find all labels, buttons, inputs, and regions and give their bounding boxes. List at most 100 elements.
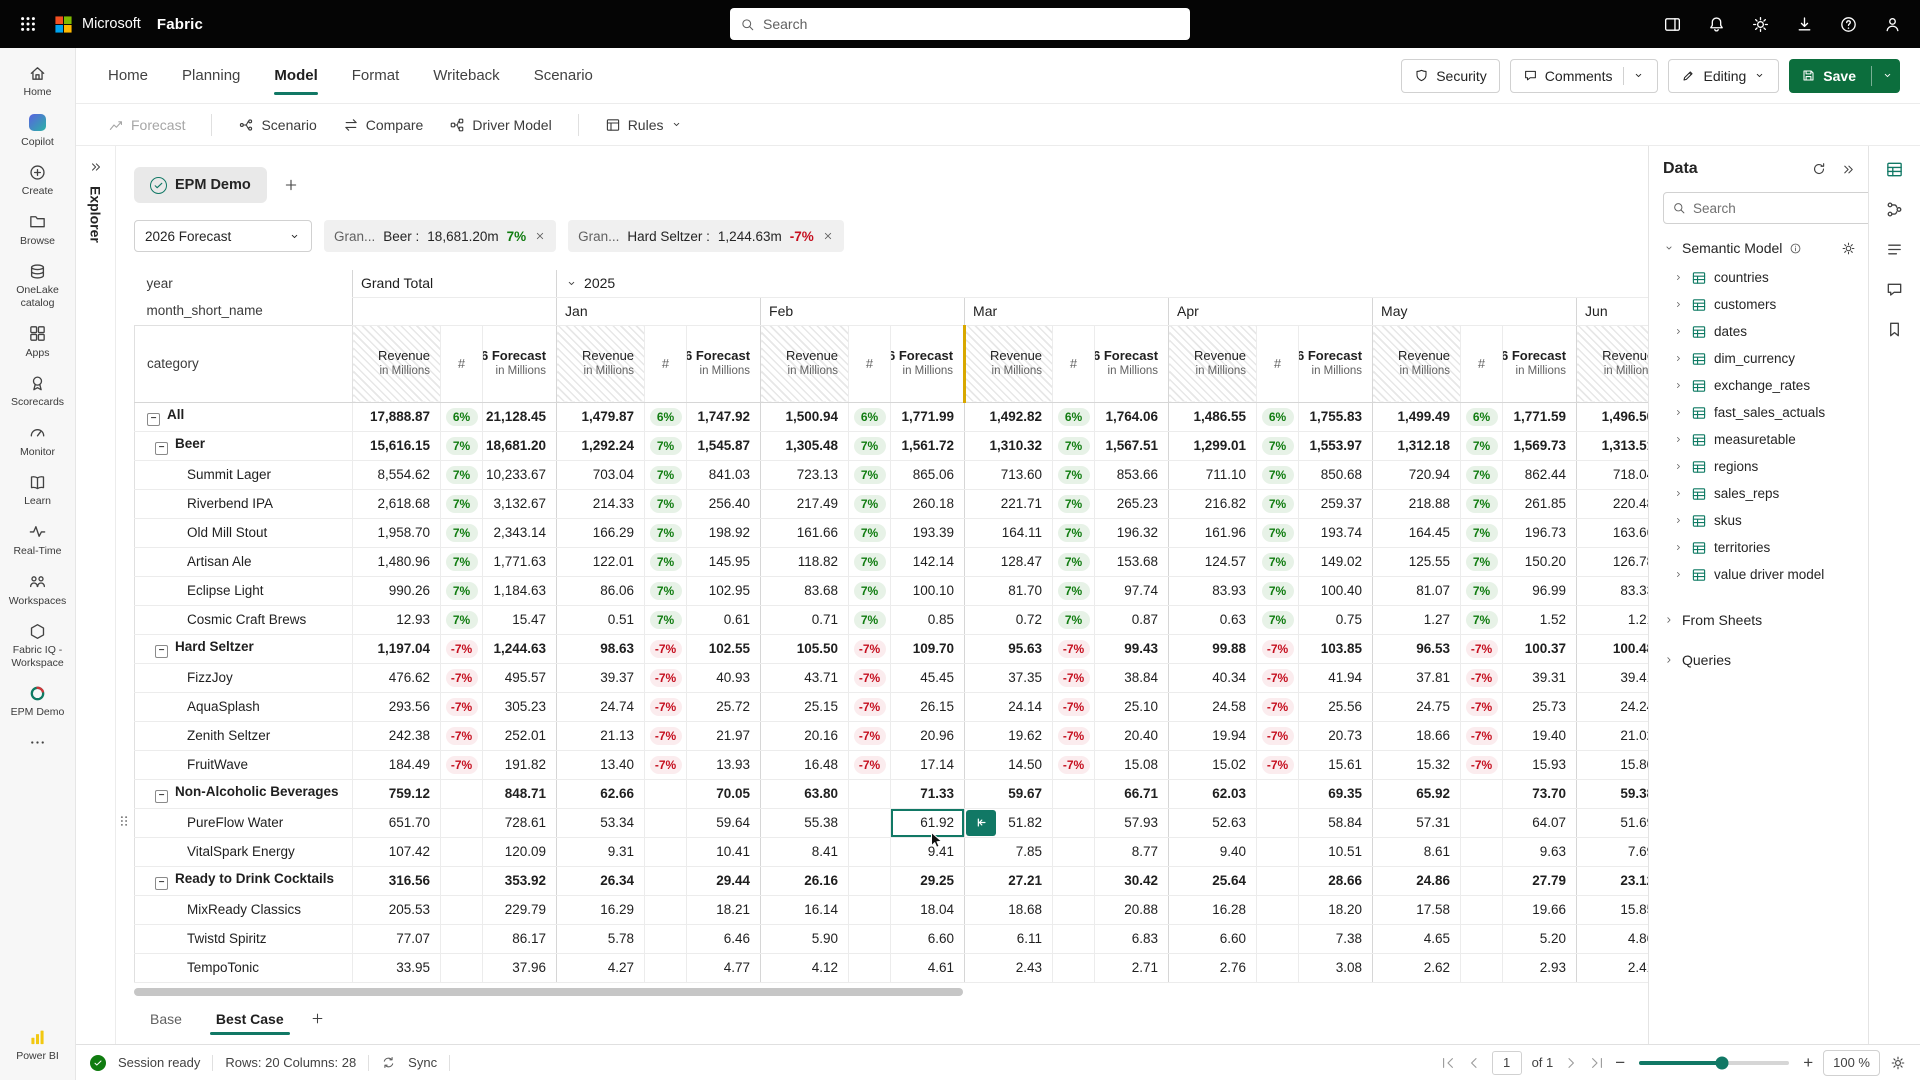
collapse-group-icon[interactable]: − [155,644,168,658]
grid-cell[interactable] [848,924,892,954]
grid-cell[interactable]: -7% [644,663,688,693]
grid-cell[interactable]: 9.40 [1168,837,1258,867]
grid-cell[interactable]: 7% [848,518,892,548]
grid-cell[interactable]: 4.12 [760,953,850,983]
table-node-skus[interactable]: skus [1663,507,1856,534]
grid-cell[interactable]: 145.95 [686,547,762,577]
grid-cell[interactable]: 97.74 [1094,576,1170,606]
grid-cell[interactable]: -7% [1460,692,1504,722]
grid-cell[interactable]: 191.82 [482,750,558,780]
grid-cell[interactable]: 0.71 [760,605,850,635]
grid-cell[interactable]: 865.06 [890,460,966,490]
grid-cell[interactable]: 1,771.59 [1502,402,1578,432]
grid-cell[interactable]: 205.53 [352,895,441,925]
grid-cell[interactable]: 7.85 [964,837,1054,867]
nav-item-real-time[interactable]: Real-Time [1,515,75,565]
nav-item-browse[interactable]: Browse [1,205,75,255]
grid-cell[interactable]: 30.42 [1094,866,1170,896]
grid-cell[interactable]: 7% [644,547,688,577]
grid-cell[interactable]: 43.71 [760,663,850,693]
grid-cell[interactable] [644,837,688,867]
grid-cell[interactable]: 7% [1256,576,1300,606]
nav-item-more[interactable] [1,726,75,760]
account-button[interactable] [1883,15,1902,34]
grid-cell[interactable]: 217.49 [760,489,850,519]
download-button[interactable] [1795,15,1814,34]
global-search[interactable] [730,8,1190,40]
grid-cell[interactable]: 7% [644,489,688,519]
grid-cell[interactable]: 96.99 [1502,576,1578,606]
grid-cell[interactable]: -7% [1052,750,1096,780]
nav-item-monitor[interactable]: Monitor [1,416,75,466]
grid-cell[interactable]: 850.68 [1298,460,1374,490]
grid-cell[interactable]: 193.39 [890,518,966,548]
grid-cell[interactable]: 193.74 [1298,518,1374,548]
toolbar-rules-button[interactable]: Rules [605,117,684,133]
grid-cell[interactable]: 7% [440,547,483,577]
data-panel-search[interactable] [1663,192,1879,224]
table-node-dim-currency[interactable]: dim_currency [1663,345,1856,372]
grid-cell[interactable]: 990.26 [352,576,441,606]
notifications-button[interactable] [1707,15,1726,34]
grid-cell[interactable]: 1,496.50 [1576,402,1648,432]
grid-cell[interactable] [1460,866,1504,896]
grid-cell[interactable]: 7% [644,605,688,635]
add-sheet-icon[interactable] [310,1011,325,1026]
grid-cell[interactable]: -7% [1256,663,1300,693]
grid-cell[interactable]: 229.79 [482,895,558,925]
grid-cell[interactable]: 5.90 [760,924,850,954]
nav-item-fabric-iq-workspace[interactable]: Fabric IQ - Workspace [1,614,75,676]
grid-cell[interactable]: 166.29 [556,518,646,548]
chevron-right-icon[interactable] [1673,407,1684,418]
grid-cell[interactable]: -7% [440,663,483,693]
grid-cell[interactable]: -7% [1052,663,1096,693]
grid-cell[interactable] [1052,866,1096,896]
grid-cell[interactable]: 59.38 [1576,779,1648,809]
comments-button[interactable]: Comments [1509,58,1659,93]
nav-item-power-bi[interactable]: Power BI [1,1020,75,1070]
data-pane-rail-button[interactable] [1885,160,1904,179]
grid-cell[interactable]: 1,771.63 [482,547,558,577]
grid-cell[interactable]: 21,128.45 [482,402,558,432]
grid-cell[interactable]: 7% [1256,431,1300,461]
grid-cell[interactable]: 19.62 [964,721,1054,751]
row-header-artisan-ale[interactable]: Artisan Ale [134,547,353,577]
row-header-tempotonic[interactable]: TempoTonic [134,953,353,983]
grid-cell[interactable]: -7% [1460,721,1504,751]
grid-cell[interactable]: 59.67 [964,779,1054,809]
row-header-summit-lager[interactable]: Summit Lager [134,460,353,490]
grid-cell[interactable]: 100.40 [1298,576,1374,606]
grid-cell[interactable] [1256,953,1300,983]
grid-cell[interactable]: -7% [848,634,892,664]
grid-cell[interactable]: 1,561.72 [890,431,966,461]
outline-list-icon[interactable] [1885,240,1904,259]
app-launcher-button[interactable] [10,0,46,48]
grid-cell[interactable]: 16.14 [760,895,850,925]
grid-cell[interactable]: -7% [1460,663,1504,693]
grid-cell[interactable] [1256,779,1300,809]
grid-cell[interactable]: 6% [848,402,892,432]
grid-cell[interactable]: 7% [1256,518,1300,548]
grid-cell[interactable]: 25.72 [686,692,762,722]
sheet-tab-best-case[interactable]: Best Case [200,1001,300,1037]
grid-cell[interactable]: 252.01 [482,721,558,751]
chevron-right-icon[interactable] [1673,434,1684,445]
variance-column-header[interactable]: # [1460,325,1504,403]
grid-cell[interactable]: 4.65 [1372,924,1462,954]
grid-cell[interactable]: 1,313.51 [1576,431,1648,461]
grid-cell[interactable]: 7% [440,576,483,606]
grid-cell[interactable]: -7% [1052,634,1096,664]
grid-cell[interactable]: 109.70 [890,634,966,664]
grid-cell[interactable]: 128.47 [964,547,1054,577]
grid-cell[interactable] [1052,895,1096,925]
grid-cell[interactable]: 6.11 [964,924,1054,954]
grid-cell[interactable]: 7% [440,460,483,490]
grid-cell[interactable]: 6% [440,402,483,432]
toolbar-compare-button[interactable]: Compare [343,117,423,133]
grid-cell[interactable]: 70.05 [686,779,762,809]
grid-cell[interactable]: 64.07 [1502,808,1578,838]
table-node-customers[interactable]: customers [1663,291,1856,318]
grid-cell[interactable]: 703.04 [556,460,646,490]
chevron-right-icon[interactable] [1673,353,1684,364]
grid-cell[interactable]: 103.85 [1298,634,1374,664]
